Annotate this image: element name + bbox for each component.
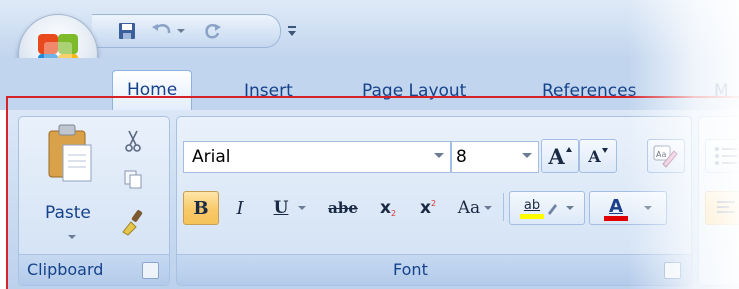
tab-page-layout[interactable]: Page Layout bbox=[362, 76, 466, 106]
superscript-mark: 2 bbox=[430, 198, 437, 208]
superscript-glyph: x bbox=[419, 198, 431, 218]
strikethrough-glyph: abe bbox=[328, 199, 358, 217]
redo-icon[interactable] bbox=[200, 19, 226, 43]
highlight-button[interactable]: ab bbox=[509, 191, 585, 225]
tab-mailings[interactable]: M bbox=[714, 76, 729, 106]
tab-references[interactable]: References bbox=[542, 76, 636, 106]
highlight-glyph: ab bbox=[523, 197, 541, 213]
align-left-icon bbox=[717, 201, 735, 213]
font-name-combo[interactable]: Arial bbox=[183, 141, 451, 173]
font-launcher-icon[interactable] bbox=[664, 262, 681, 279]
quick-access-toolbar bbox=[92, 14, 296, 48]
guide-line-horizontal bbox=[6, 96, 739, 98]
format-painter-icon bbox=[122, 210, 143, 236]
save-icon[interactable] bbox=[114, 19, 140, 43]
highlight-color-bar bbox=[520, 213, 544, 219]
paste-label: Paste bbox=[45, 203, 91, 223]
tab-home[interactable]: Home bbox=[112, 70, 193, 111]
superscript-button[interactable]: x 2 bbox=[409, 191, 447, 225]
clipboard-group: Paste Clipboard bbox=[18, 116, 170, 286]
cut-icon bbox=[125, 130, 141, 152]
shrink-arrow-icon bbox=[601, 147, 608, 153]
align-left-button[interactable] bbox=[705, 191, 739, 225]
bold-glyph: B bbox=[193, 197, 209, 219]
tab-insert[interactable]: Insert bbox=[244, 76, 293, 106]
clear-formatting-button[interactable]: Aa bbox=[647, 139, 685, 173]
font-size-dropdown-arrow[interactable] bbox=[522, 153, 532, 158]
strikethrough-button[interactable]: abe bbox=[319, 191, 367, 225]
customize-icon[interactable] bbox=[282, 19, 302, 43]
paste-button[interactable]: Paste bbox=[25, 121, 115, 251]
clear-formatting-icon: Aa bbox=[653, 145, 678, 168]
font-size-value: 8 bbox=[456, 147, 467, 167]
paragraph-group bbox=[698, 116, 739, 286]
marker-icon bbox=[548, 204, 557, 215]
italic-button[interactable]: I bbox=[223, 191, 257, 225]
font-group-label: Font bbox=[177, 254, 691, 285]
change-case-glyph: Aa bbox=[457, 198, 481, 218]
clear-formatting-glyph: Aa bbox=[656, 150, 666, 159]
underline-dropdown-arrow[interactable] bbox=[298, 206, 307, 210]
bold-button[interactable]: B bbox=[183, 191, 219, 225]
subscript-button[interactable]: x 2 bbox=[369, 191, 407, 225]
font-name-value: Arial bbox=[192, 147, 231, 167]
copy-button[interactable] bbox=[117, 163, 149, 195]
clipboard-launcher-icon[interactable] bbox=[142, 262, 159, 279]
shrink-font-button[interactable]: A bbox=[579, 139, 617, 173]
bullets-button[interactable] bbox=[705, 139, 739, 173]
italic-glyph: I bbox=[236, 197, 244, 219]
clipboard-label-text: Clipboard bbox=[27, 260, 104, 279]
font-label-text: Font bbox=[393, 260, 428, 279]
font-color-button[interactable]: A bbox=[589, 191, 667, 225]
paste-dropdown-arrow[interactable] bbox=[68, 235, 76, 239]
underline-button[interactable]: U bbox=[263, 191, 317, 225]
subscript-mark: 2 bbox=[390, 208, 397, 218]
font-color-dropdown-arrow[interactable] bbox=[644, 206, 652, 210]
undo-dropdown-arrow[interactable] bbox=[177, 29, 185, 33]
font-color-glyph: A bbox=[609, 195, 623, 217]
highlight-dropdown-arrow[interactable] bbox=[566, 206, 574, 210]
font-name-dropdown-arrow[interactable] bbox=[434, 153, 444, 158]
word-ribbon-window: Home Insert Page Layout References M Pas… bbox=[0, 0, 739, 289]
cut-button[interactable] bbox=[117, 125, 149, 157]
copy-icon bbox=[124, 170, 142, 189]
font-color-bar bbox=[604, 215, 628, 221]
subscript-glyph: x bbox=[379, 198, 391, 218]
change-case-dropdown-arrow[interactable] bbox=[484, 206, 493, 210]
font-size-combo[interactable]: 8 bbox=[451, 141, 539, 173]
highlight-icon: ab bbox=[520, 198, 544, 219]
shrink-font-glyph: A bbox=[588, 146, 601, 166]
grow-arrow-icon bbox=[565, 146, 572, 152]
bullets-icon bbox=[715, 147, 737, 165]
change-case-button[interactable]: Aa bbox=[449, 191, 501, 225]
grow-font-glyph: A bbox=[548, 143, 565, 169]
underline-glyph: U bbox=[273, 198, 289, 218]
paste-icon bbox=[48, 124, 92, 182]
font-group: Arial 8 A A Aa B I U abe x 2 x 2 Aa ab A… bbox=[176, 116, 692, 286]
guide-line-vertical bbox=[6, 96, 8, 289]
font-color-icon: A bbox=[604, 196, 628, 221]
undo-icon[interactable] bbox=[150, 19, 186, 43]
grow-font-button[interactable]: A bbox=[541, 139, 579, 173]
format-painter-button[interactable] bbox=[117, 205, 149, 239]
